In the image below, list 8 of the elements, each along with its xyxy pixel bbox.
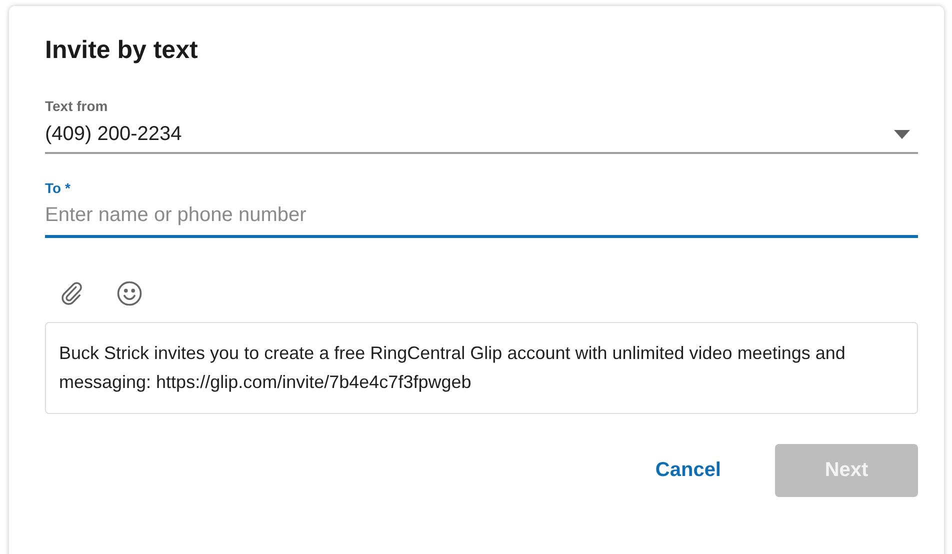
field-label: Text from xyxy=(45,98,109,114)
cancel-button[interactable]: Cancel xyxy=(641,444,735,497)
dialog-title: Invite by text xyxy=(45,36,199,66)
phone-dropdown[interactable]: (409) 200-2234 xyxy=(45,116,918,154)
field-label: To * xyxy=(45,180,72,196)
emoji-icon[interactable] xyxy=(116,280,143,306)
message-text-area[interactable]: Buck Strick invites you to create a free RingCentral Glip account with unlimited video meetings and messaging: https://glip.com/invite/7b4e4c7f3fpwgeb xyxy=(45,322,918,414)
caret-icon xyxy=(894,130,910,138)
